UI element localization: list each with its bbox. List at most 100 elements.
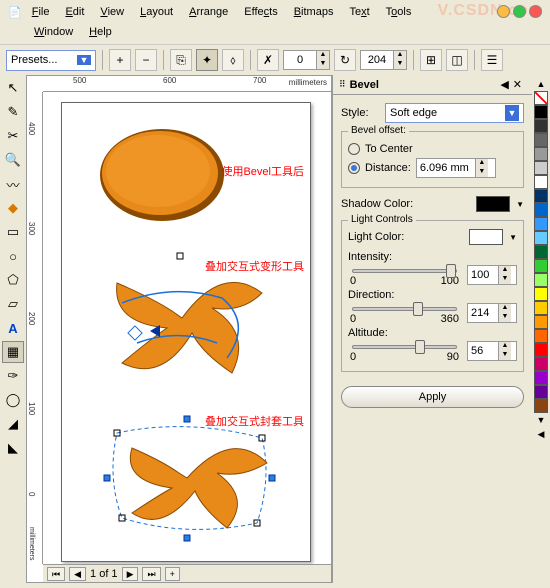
palette-swatch-20[interactable] [534,385,548,399]
window-buttons [497,5,542,18]
interactive-tool[interactable]: ▦ [2,341,24,363]
menu-file[interactable]: File [26,4,56,20]
docker-collapse-button[interactable]: ◀ [500,78,508,91]
altitude-slider[interactable] [352,345,457,349]
direction-input[interactable]: ▲▼ [467,303,517,323]
annotation-2: 叠加交互式变形工具 [205,258,304,274]
palette-swatch-16[interactable] [534,329,548,343]
palette-swatch-6[interactable] [534,189,548,203]
palette-swatch-18[interactable] [534,357,548,371]
palette-swatch-11[interactable] [534,259,548,273]
misc-button-5[interactable]: ☰ [481,49,503,71]
palette-swatch-4[interactable] [534,161,548,175]
misc-button-3[interactable]: ⊞ [420,49,442,71]
palette-none-swatch[interactable] [534,91,548,105]
crop-tool[interactable]: ✂ [2,125,24,147]
text-tool[interactable]: A [2,317,24,339]
intensity-slider[interactable] [352,269,457,273]
shadow-color-dropdown-icon[interactable]: ▼ [516,200,524,209]
minimize-button[interactable] [497,5,510,18]
close-button[interactable] [529,5,542,18]
palette-swatch-19[interactable] [534,371,548,385]
palette-swatch-21[interactable] [534,399,548,413]
maximize-button[interactable] [513,5,526,18]
clear-bevel-button[interactable]: ✦ [196,49,218,71]
palette-swatch-15[interactable] [534,315,548,329]
intensity-input[interactable]: ▲▼ [467,265,517,285]
zoom-tool[interactable]: 🔍 [2,149,24,171]
palette-swatch-5[interactable] [534,175,548,189]
palette-swatch-12[interactable] [534,273,548,287]
page-prev-button[interactable]: ◀ [69,567,86,581]
presets-dropdown[interactable]: Presets...▼ [6,50,96,71]
menu-layout[interactable]: Layout [134,4,179,20]
to-center-radio[interactable] [348,143,360,155]
light-color-dropdown-icon[interactable]: ▼ [509,233,517,242]
misc-button-4[interactable]: ◫ [446,49,468,71]
style-dropdown[interactable]: Soft edge▼ [385,103,524,123]
palette-swatch-14[interactable] [534,301,548,315]
interactivefill-tool[interactable]: ◣ [2,437,24,459]
menu-edit[interactable]: Edit [59,4,90,20]
rectangle-tool[interactable]: ▭ [2,221,24,243]
apply-button[interactable]: Apply [341,386,524,408]
menu-view[interactable]: View [94,4,130,20]
palette-swatch-7[interactable] [534,203,548,217]
palette-up-button[interactable]: ▲ [537,77,546,91]
polygon-tool[interactable]: ⬠ [2,269,24,291]
menu-text[interactable]: Text [343,4,375,20]
outline-tool[interactable]: ◯ [2,389,24,411]
ruler-horizontal: 500 600 700 millimeters [43,76,331,92]
nudge-input[interactable]: ▲▼ [360,50,407,70]
intensity-label: Intensity: [348,251,517,263]
page-indicator: 1 of 1 [90,568,118,580]
pick-tool[interactable]: ↖ [2,77,24,99]
remove-preset-button[interactable]: − [135,49,157,71]
ellipse-tool[interactable]: ○ [2,245,24,267]
annotation-1: 使用Bevel工具后 [221,163,304,179]
smartfill-tool[interactable]: ◆ [2,197,24,219]
docker-grip-icon[interactable]: ⠿ [339,79,346,90]
drawing-canvas[interactable]: 使用Bevel工具后 叠加交互式变形工具 [43,92,331,564]
distance-label: Distance: [365,162,411,174]
eyedropper-tool[interactable]: ✑ [2,365,24,387]
palette-swatch-9[interactable] [534,231,548,245]
palette-swatch-0[interactable] [534,105,548,119]
add-preset-button[interactable]: + [109,49,131,71]
palette-swatch-13[interactable] [534,287,548,301]
palette-swatch-10[interactable] [534,245,548,259]
fill-tool[interactable]: ◢ [2,413,24,435]
palette-swatch-17[interactable] [534,343,548,357]
palette-swatch-1[interactable] [534,119,548,133]
distance-input[interactable]: ▲▼ [416,158,496,178]
page-add-button[interactable]: + [165,567,180,581]
light-color-swatch[interactable] [469,229,503,245]
menu-effects[interactable]: Effects [238,4,283,20]
menu-bitmaps[interactable]: Bitmaps [288,4,340,20]
page: 使用Bevel工具后 叠加交互式变形工具 [61,102,311,562]
shadow-color-swatch[interactable] [476,196,510,212]
palette-flyout-button[interactable]: ◀ [538,427,545,442]
menu-arrange[interactable]: Arrange [183,4,234,20]
palette-down-button[interactable]: ▼ [537,413,546,427]
altitude-input[interactable]: ▲▼ [467,341,517,361]
misc-button-2[interactable]: ↻ [334,49,356,71]
distance-radio[interactable] [348,162,360,174]
shape-tool[interactable]: ✎ [2,101,24,123]
misc-button-1[interactable]: ⬨ [222,49,244,71]
page-first-button[interactable]: ⏮ [47,567,65,581]
direction-slider[interactable] [352,307,457,311]
copy-props-button[interactable]: ⎘ [170,49,192,71]
basicshapes-tool[interactable]: ▱ [2,293,24,315]
rotation-input[interactable]: ▲▼ [283,50,330,70]
page-last-button[interactable]: ⏭ [142,567,160,581]
menu-tools[interactable]: Tools [380,4,418,20]
menu-window[interactable]: Window [28,24,79,40]
palette-swatch-2[interactable] [534,133,548,147]
palette-swatch-8[interactable] [534,217,548,231]
page-next-button[interactable]: ▶ [122,567,139,581]
menu-help[interactable]: Help [83,24,118,40]
freehand-tool[interactable]: 〰 [2,173,24,195]
palette-swatch-3[interactable] [534,147,548,161]
docker-close-button[interactable]: ✕ [509,78,526,91]
